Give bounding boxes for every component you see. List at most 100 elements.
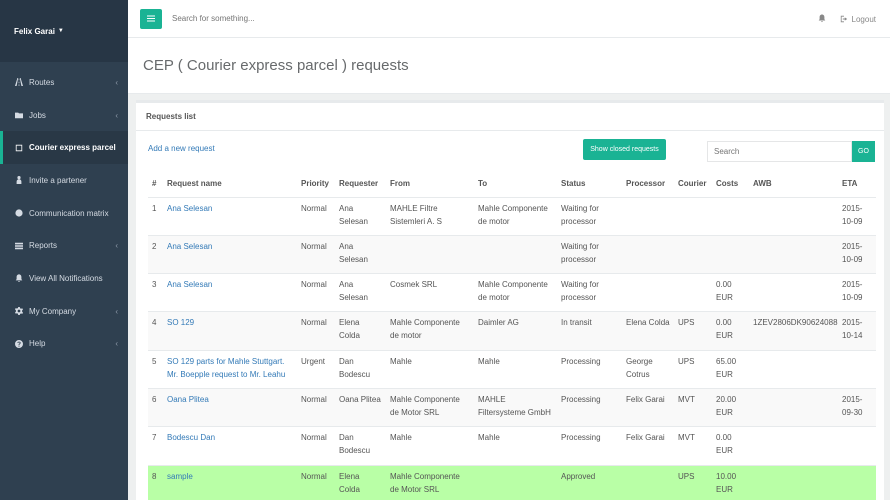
table-cell: Felix Garai (622, 426, 674, 466)
table-cell (838, 464, 876, 500)
table-row[interactable]: 4 SO 129 Normal Elena Colda Mahle Componente… (148, 311, 876, 351)
table-row[interactable]: 7 Bodescu Dan Normal Dan Bodescu Mahle Mahle P… (148, 426, 876, 466)
table-cell: 2015-10-09 (838, 273, 876, 312)
table-cell (674, 273, 712, 312)
sidebar-item-communication-matrix[interactable]: Communication matrix (0, 197, 128, 230)
table-cell: Daimler AG (474, 311, 557, 351)
table-cell: 1ZEV2806DK90624088 (749, 311, 838, 351)
table-cell: Elena Colda (622, 311, 674, 351)
sidebar-item-reports[interactable]: Reports ‹ (0, 229, 128, 262)
table-row[interactable]: 1 Ana Selesan Normal Ana Selesan MAHLE Filtr… (148, 196, 876, 236)
table-cell (712, 196, 749, 236)
table-cell (712, 234, 749, 274)
table-cell: MAHLE Filtre Sistemleri A. S (386, 196, 474, 236)
table-cell: Processing (557, 387, 622, 427)
table-cell: Normal (297, 234, 335, 274)
chevron-left-icon: ‹ (115, 339, 118, 349)
table-cell (386, 234, 474, 274)
request-name-link[interactable]: Ana Selesan (167, 204, 212, 213)
search-go-button[interactable]: GO (852, 141, 875, 162)
table-cell (474, 464, 557, 500)
request-name-link[interactable]: Ana Selesan (167, 280, 212, 289)
table-cell: Normal (297, 311, 335, 351)
table-cell: Elena Colda (335, 311, 386, 351)
table-cell: UPS (674, 464, 712, 500)
table-cell (622, 234, 674, 274)
caret-down-icon[interactable]: ▼ (58, 28, 64, 34)
sidebar-item-jobs[interactable]: Jobs ‹ (0, 99, 128, 132)
table-row[interactable]: 6 Oana Plitea Normal Oana Plitea Mahle Compo… (148, 387, 876, 427)
table-cell: Processing (557, 426, 622, 466)
table-cell (749, 387, 838, 427)
requests-panel: Requests list Add a new request Show clo… (136, 100, 884, 500)
table-cell: Waiting for processor (557, 234, 622, 274)
column-header[interactable]: ETA (838, 171, 876, 198)
chevron-left-icon: ‹ (115, 241, 118, 251)
notifications-bell-icon[interactable] (818, 14, 826, 25)
show-closed-requests-button[interactable]: Show closed requests (583, 139, 666, 160)
table-cell: Elena Colda (335, 464, 386, 500)
table-cell: Normal (297, 464, 335, 500)
chevron-left-icon: ‹ (115, 77, 118, 87)
request-name-link[interactable]: Oana Plitea (167, 395, 209, 404)
folder-icon (14, 111, 23, 120)
chevron-left-icon: ‹ (115, 306, 118, 316)
column-header[interactable]: Request name (163, 171, 297, 198)
table-row[interactable]: 8 sample Normal Elena Colda Mahle Componente… (148, 464, 876, 500)
column-header[interactable]: Processor (622, 171, 674, 198)
column-header[interactable]: Priority (297, 171, 335, 198)
table-cell: 2 (148, 234, 163, 274)
sidebar-item-view-all-notifications[interactable]: View All Notifications (0, 262, 128, 295)
column-header[interactable]: Costs (712, 171, 749, 198)
request-name-link[interactable]: SO 129 parts for Mahle Stuttgart. Mr. Bo… (167, 357, 285, 379)
table-cell: Mahle Componente de motor (474, 273, 557, 312)
request-name-link[interactable]: SO 129 (167, 318, 194, 327)
table-cell (674, 196, 712, 236)
column-header[interactable]: Requester (335, 171, 386, 198)
sidebar-item-routes[interactable]: Routes ‹ (0, 66, 128, 99)
sidebar-item-label: Courier express parcel (29, 143, 116, 153)
table-cell (749, 273, 838, 312)
user-name[interactable]: Felix Garai (14, 27, 55, 36)
panel-title: Requests list (136, 103, 884, 131)
table-cell: MVT (674, 426, 712, 466)
column-header[interactable]: AWB (749, 171, 838, 198)
table-cell: Ana Selesan (335, 196, 386, 236)
table-cell (674, 234, 712, 274)
table-cell: MVT (674, 387, 712, 427)
logout-link[interactable]: Logout (840, 15, 876, 24)
add-request-link[interactable]: Add a new request (148, 144, 215, 153)
sidebar-item-help[interactable]: Help ‹ (0, 328, 128, 361)
column-header[interactable]: # (148, 171, 163, 198)
request-name-link[interactable]: Ana Selesan (167, 242, 212, 251)
table-cell (749, 349, 838, 389)
table-header-row: # Request name Priority Requester From To Stat… (148, 171, 876, 198)
table-row[interactable]: 3 Ana Selesan Normal Ana Selesan Cosmek SRL M… (148, 273, 876, 312)
request-name-link[interactable]: sample (167, 472, 193, 481)
global-search-input[interactable] (172, 14, 472, 23)
table-row[interactable]: 2 Ana Selesan Normal Ana Selesan Waiting for… (148, 234, 876, 274)
table-cell: 4 (148, 311, 163, 351)
column-header[interactable]: Status (557, 171, 622, 198)
table-cell: 6 (148, 387, 163, 427)
sidebar-item-my-company[interactable]: My Company ‹ (0, 295, 128, 328)
sidebar-item-invite-a-partener[interactable]: Invite a partener (0, 164, 128, 197)
column-header[interactable]: From (386, 171, 474, 198)
table-cell: 7 (148, 426, 163, 466)
table-row[interactable]: 5 SO 129 parts for Mahle Stuttgart. Mr. B… (148, 349, 876, 389)
table-cell: SO 129 parts for Mahle Stuttgart. Mr. Bo… (163, 349, 297, 389)
column-header[interactable]: Courier (674, 171, 712, 198)
table-cell: Approved (557, 464, 622, 500)
request-name-link[interactable]: Bodescu Dan (167, 433, 215, 442)
table-cell: Processing (557, 349, 622, 389)
sidebar-item-label: Jobs (29, 110, 46, 120)
sidebar-item-courier-express-parcel[interactable]: Courier express parcel (0, 131, 128, 165)
sidebar-nav: Routes ‹ Jobs ‹ Courier express parcel Invite… (0, 62, 128, 360)
table-search-input[interactable] (707, 141, 852, 162)
column-header[interactable]: To (474, 171, 557, 198)
menu-toggle-button[interactable] (140, 8, 162, 29)
sidebar-item-label: Communication matrix (29, 208, 109, 218)
user-menu[interactable]: Felix Garai ▼ (0, 0, 128, 62)
table-cell (749, 234, 838, 274)
table-cell: Felix Garai (622, 387, 674, 427)
